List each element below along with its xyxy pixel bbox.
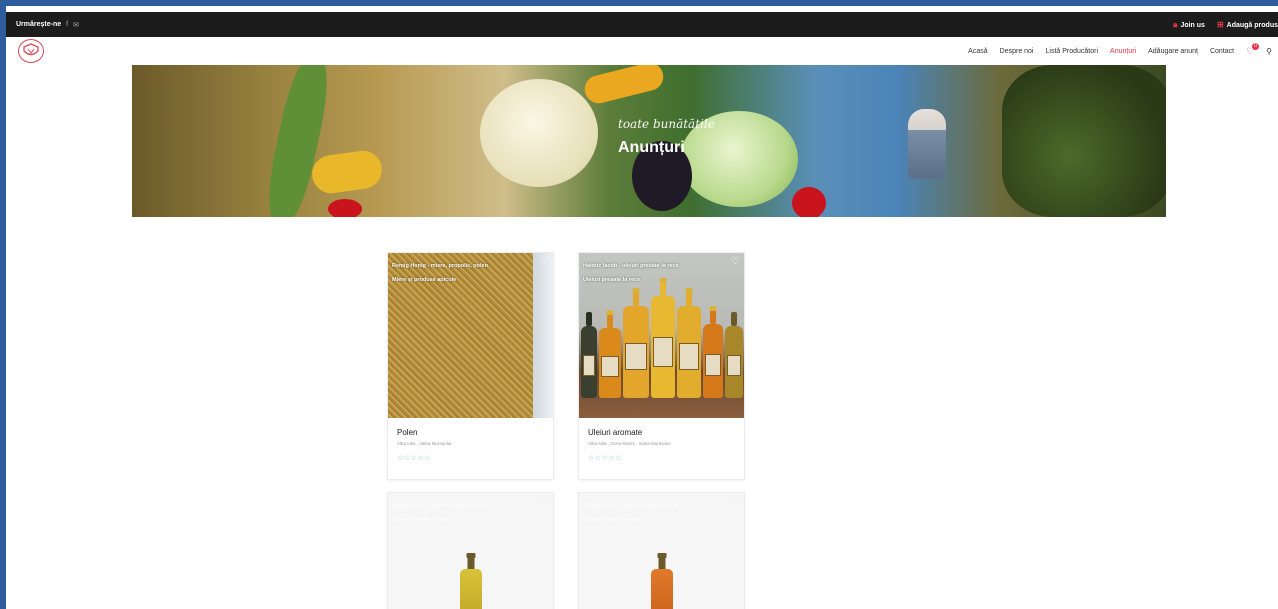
bottle-shape: [581, 312, 597, 398]
top-actions: 🔒︎ Join us ⊞ Adaugă produs: [1173, 20, 1278, 30]
pepper: [792, 187, 826, 217]
star-rating: ☆☆☆☆☆: [397, 455, 431, 462]
nav-item-despre-noi[interactable]: Despre noi: [1000, 48, 1034, 55]
nav-item-adaugare-anunt[interactable]: Adăugare anunț: [1148, 48, 1198, 55]
corn-cob: [309, 148, 385, 196]
hero-title: Anunțuri: [618, 139, 685, 156]
listing-body: Uleiuri aromate Alba Iulia , Ocna Mureș …: [579, 418, 744, 479]
add-product-label: Adaugă produs: [1226, 22, 1278, 29]
nav-item-lista-producatori[interactable]: Listă Producători: [1046, 48, 1099, 55]
join-us-label: Join us: [1180, 21, 1205, 29]
nav-item-contact[interactable]: Contact: [1210, 48, 1234, 55]
heart-icon[interactable]: ♡: [540, 256, 549, 267]
listing-meta: Remig Honig - miere, propolis, polen Mie…: [392, 259, 488, 287]
cauliflower: [480, 79, 598, 187]
listing-card[interactable]: Remig Honig - miere, propolis, polen Mie…: [387, 252, 554, 480]
bottle-shape: [651, 278, 675, 398]
lock-icon: 🔒︎: [1173, 19, 1178, 29]
listing-meta: Haiduc Iacob - uleiuri presate la rece U…: [583, 499, 679, 527]
top-bar: Urmărește-ne f ✉ 🔒︎ Join us ⊞ Adaugă produ…: [6, 12, 1278, 37]
bottle-shape: [677, 288, 701, 398]
listing-seller[interactable]: Haiduc Iacob - uleiuri presate la rece: [583, 499, 679, 513]
join-us-link[interactable]: 🔒︎ Join us: [1173, 20, 1205, 30]
listing-body: Polen Alba Iulia , Valea Mureșului ☆☆☆☆☆: [388, 418, 553, 479]
foliage: [1002, 65, 1166, 217]
person: [908, 109, 946, 179]
listing-seller[interactable]: Remig Honig - miere, propolis, polen: [392, 259, 488, 273]
favorites-button[interactable]: ♡ 0: [1246, 42, 1260, 57]
hero-subtitle: toate bunătățile: [618, 117, 715, 131]
bottle-shape: [459, 553, 482, 609]
image-background: [533, 253, 553, 418]
listing-meta: Haiduc Iacob - uleiuri presate la rece U…: [392, 499, 488, 527]
corn-cob: [581, 65, 667, 107]
heart-icon[interactable]: ♡: [731, 256, 740, 267]
listing-title[interactable]: Uleiuri aromate: [588, 428, 735, 437]
add-product-link[interactable]: ⊞ Adaugă produs: [1217, 20, 1278, 29]
logo-emblem-icon: [23, 43, 39, 56]
listing-title[interactable]: Polen: [397, 428, 544, 437]
bottle-shape: [650, 553, 673, 609]
listing-seller[interactable]: Haiduc Iacob - uleiuri presate la rece: [392, 499, 488, 513]
favorites-count: 0: [1252, 42, 1260, 50]
browser-frame: Urmărește-ne f ✉ 🔒︎ Join us ⊞ Adaugă produ…: [0, 0, 1278, 609]
listing-image[interactable]: Haiduc Iacob - uleiuri presate la rece U…: [579, 493, 744, 609]
site-logo[interactable]: [18, 39, 44, 63]
bottle-shape: [599, 310, 621, 398]
listing-location: Alba Iulia , Valea Mureșului: [397, 441, 452, 446]
listing-card[interactable]: Haiduc Iacob - uleiuri presate la rece U…: [387, 492, 554, 609]
follow-us: Urmărește-ne f ✉: [16, 21, 79, 29]
listing-category[interactable]: Uleiuri presate la rece: [583, 513, 679, 527]
listing-card[interactable]: Haiduc Iacob - uleiuri presate la rece U…: [578, 252, 745, 480]
bottle-shape: [725, 312, 743, 398]
heart-icon[interactable]: ♡: [540, 496, 549, 507]
listing-category[interactable]: Uleiuri presate la rece: [583, 273, 679, 287]
heart-icon[interactable]: ♡: [731, 496, 740, 507]
nav-item-acasa[interactable]: Acasă: [968, 48, 987, 55]
bottle-shape: [623, 288, 649, 398]
listing-location: Alba Iulia , Ocna Mureș , Valea Mureșulu…: [588, 441, 671, 446]
listing-card[interactable]: Haiduc Iacob - uleiuri presate la rece U…: [578, 492, 745, 609]
listing-category[interactable]: Miere și produse apicole: [392, 273, 488, 287]
listing-image[interactable]: Haiduc Iacob - uleiuri presate la rece U…: [579, 253, 744, 418]
listing-category[interactable]: Uleiuri presate la rece: [392, 513, 488, 527]
pepper: [328, 199, 362, 217]
listing-image[interactable]: Haiduc Iacob - uleiuri presate la rece U…: [388, 493, 553, 609]
email-icon[interactable]: ✉: [73, 21, 79, 29]
main-nav: Acasă Despre noi Listă Producători Anunț…: [6, 37, 1278, 65]
listing-meta: Haiduc Iacob - uleiuri presate la rece U…: [583, 259, 679, 287]
listing-seller[interactable]: Haiduc Iacob - uleiuri presate la rece: [583, 259, 679, 273]
search-icon[interactable]: ⚲: [1266, 47, 1272, 56]
follow-label: Urmărește-ne: [16, 21, 62, 28]
leaf: [260, 65, 336, 217]
bottle-shape: [703, 306, 723, 398]
hero-banner: toate bunătățile Anunțuri: [132, 65, 1166, 217]
listing-image[interactable]: Remig Honig - miere, propolis, polen Mie…: [388, 253, 553, 418]
plus-box-icon: ⊞: [1216, 20, 1224, 29]
star-rating: ☆☆☆☆☆: [588, 455, 622, 462]
nav-menu: Acasă Despre noi Listă Producători Anunț…: [968, 37, 1272, 65]
nav-item-anunturi[interactable]: Anunțuri: [1110, 48, 1136, 55]
facebook-icon[interactable]: f: [66, 21, 68, 28]
